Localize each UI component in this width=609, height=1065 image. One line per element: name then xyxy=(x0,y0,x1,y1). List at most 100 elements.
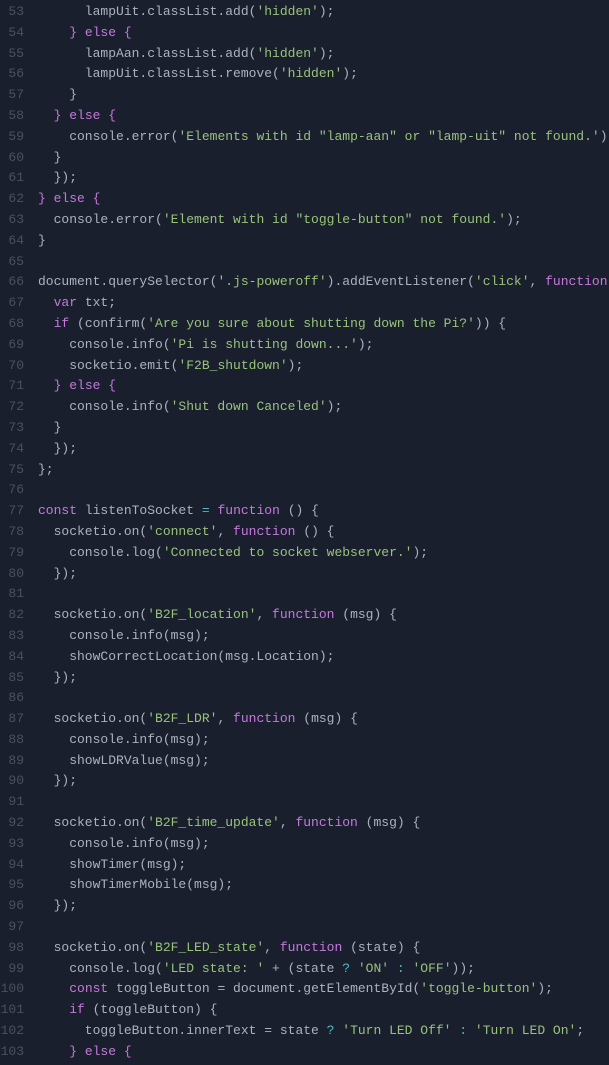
line-number: 57 xyxy=(0,85,38,106)
code-line-content: } else { xyxy=(38,189,609,210)
line-number: 102 xyxy=(0,1021,38,1042)
code-line-content: console.info(msg); xyxy=(38,834,609,855)
table-row: 90 }); xyxy=(0,771,609,792)
line-number: 54 xyxy=(0,23,38,44)
line-number: 91 xyxy=(0,792,38,813)
code-line-content xyxy=(38,584,609,605)
code-line-content: console.error('Element with id "toggle-b… xyxy=(38,210,609,231)
line-number: 92 xyxy=(0,813,38,834)
table-row: 57 } xyxy=(0,85,609,106)
table-row: 65 xyxy=(0,252,609,273)
code-line-content: socketio.on('B2F_time_update', function … xyxy=(38,813,609,834)
code-line-content: showLDRValue(msg); xyxy=(38,751,609,772)
table-row: 61 }); xyxy=(0,168,609,189)
line-number: 85 xyxy=(0,668,38,689)
table-row: 62} else { xyxy=(0,189,609,210)
code-line-content: lampAan.classList.add('hidden'); xyxy=(38,44,609,65)
table-row: 56 lampUit.classList.remove('hidden'); xyxy=(0,64,609,85)
code-line-content: if (confirm('Are you sure about shutting… xyxy=(38,314,609,335)
line-number: 89 xyxy=(0,751,38,772)
line-number: 84 xyxy=(0,647,38,668)
code-line-content: } xyxy=(38,231,609,252)
table-row: 53 lampUit.classList.add('hidden'); xyxy=(0,2,609,23)
code-line-content: } else { xyxy=(38,23,609,44)
table-row: 95 showTimerMobile(msg); xyxy=(0,875,609,896)
code-line-content xyxy=(38,480,609,501)
code-editor: 53 lampUit.classList.add('hidden');54 } … xyxy=(0,0,609,1065)
table-row: 84 showCorrectLocation(msg.Location); xyxy=(0,647,609,668)
code-line-content: }); xyxy=(38,668,609,689)
line-number: 68 xyxy=(0,314,38,335)
code-line-content: } else { xyxy=(38,106,609,127)
line-number: 71 xyxy=(0,376,38,397)
table-row: 55 lampAan.classList.add('hidden'); xyxy=(0,44,609,65)
code-line-content: } else { xyxy=(38,1042,609,1063)
table-row: 96 }); xyxy=(0,896,609,917)
table-row: 78 socketio.on('connect', function () { xyxy=(0,522,609,543)
code-line-content: socketio.on('B2F_location', function (ms… xyxy=(38,605,609,626)
table-row: 58 } else { xyxy=(0,106,609,127)
line-number: 78 xyxy=(0,522,38,543)
table-row: 103 } else { xyxy=(0,1042,609,1063)
table-row: 71 } else { xyxy=(0,376,609,397)
table-row: 81 xyxy=(0,584,609,605)
table-row: 89 showLDRValue(msg); xyxy=(0,751,609,772)
code-line-content: const toggleButton = document.getElement… xyxy=(38,979,609,1000)
line-number: 81 xyxy=(0,584,38,605)
code-line-content: }; xyxy=(38,460,609,481)
line-number: 63 xyxy=(0,210,38,231)
line-number: 86 xyxy=(0,688,38,709)
line-number: 82 xyxy=(0,605,38,626)
line-number: 67 xyxy=(0,293,38,314)
line-number: 98 xyxy=(0,938,38,959)
line-number: 65 xyxy=(0,252,38,273)
table-row: 74 }); xyxy=(0,439,609,460)
line-number: 97 xyxy=(0,917,38,938)
table-row: 59 console.error('Elements with id "lamp… xyxy=(0,127,609,148)
line-number: 101 xyxy=(0,1000,38,1021)
line-number: 79 xyxy=(0,543,38,564)
line-number: 58 xyxy=(0,106,38,127)
table-row: 68 if (confirm('Are you sure about shutt… xyxy=(0,314,609,335)
code-line-content: }); xyxy=(38,896,609,917)
code-line-content xyxy=(38,792,609,813)
table-row: 54 } else { xyxy=(0,23,609,44)
code-lines: 53 lampUit.classList.add('hidden');54 } … xyxy=(0,2,609,1063)
code-line-content: console.info('Shut down Canceled'); xyxy=(38,397,609,418)
table-row: 76 xyxy=(0,480,609,501)
code-line-content: } xyxy=(38,85,609,106)
line-number: 66 xyxy=(0,272,38,293)
code-line-content: socketio.on('B2F_LDR', function (msg) { xyxy=(38,709,609,730)
line-number: 88 xyxy=(0,730,38,751)
line-number: 56 xyxy=(0,64,38,85)
table-row: 79 console.log('Connected to socket webs… xyxy=(0,543,609,564)
line-number: 59 xyxy=(0,127,38,148)
table-row: 69 console.info('Pi is shutting down...'… xyxy=(0,335,609,356)
line-number: 103 xyxy=(0,1042,38,1063)
line-number: 60 xyxy=(0,148,38,169)
line-number: 94 xyxy=(0,855,38,876)
code-line-content: document.querySelector('.js-poweroff').a… xyxy=(38,272,609,293)
table-row: 64} xyxy=(0,231,609,252)
line-number: 93 xyxy=(0,834,38,855)
code-line-content: console.log('Connected to socket webserv… xyxy=(38,543,609,564)
table-row: 67 var txt; xyxy=(0,293,609,314)
table-row: 99 console.log('LED state: ' + (state ? … xyxy=(0,959,609,980)
line-number: 74 xyxy=(0,439,38,460)
table-row: 86 xyxy=(0,688,609,709)
code-line-content: const listenToSocket = function () { xyxy=(38,501,609,522)
line-number: 70 xyxy=(0,356,38,377)
code-line-content: socketio.emit('F2B_shutdown'); xyxy=(38,356,609,377)
code-line-content: console.info(msg); xyxy=(38,730,609,751)
line-number: 69 xyxy=(0,335,38,356)
line-number: 72 xyxy=(0,397,38,418)
line-number: 83 xyxy=(0,626,38,647)
table-row: 73 } xyxy=(0,418,609,439)
code-line-content: showTimerMobile(msg); xyxy=(38,875,609,896)
code-line-content: console.info('Pi is shutting down...'); xyxy=(38,335,609,356)
line-number: 75 xyxy=(0,460,38,481)
line-number: 80 xyxy=(0,564,38,585)
code-line-content: }); xyxy=(38,439,609,460)
code-line-content: console.info(msg); xyxy=(38,626,609,647)
table-row: 60 } xyxy=(0,148,609,169)
